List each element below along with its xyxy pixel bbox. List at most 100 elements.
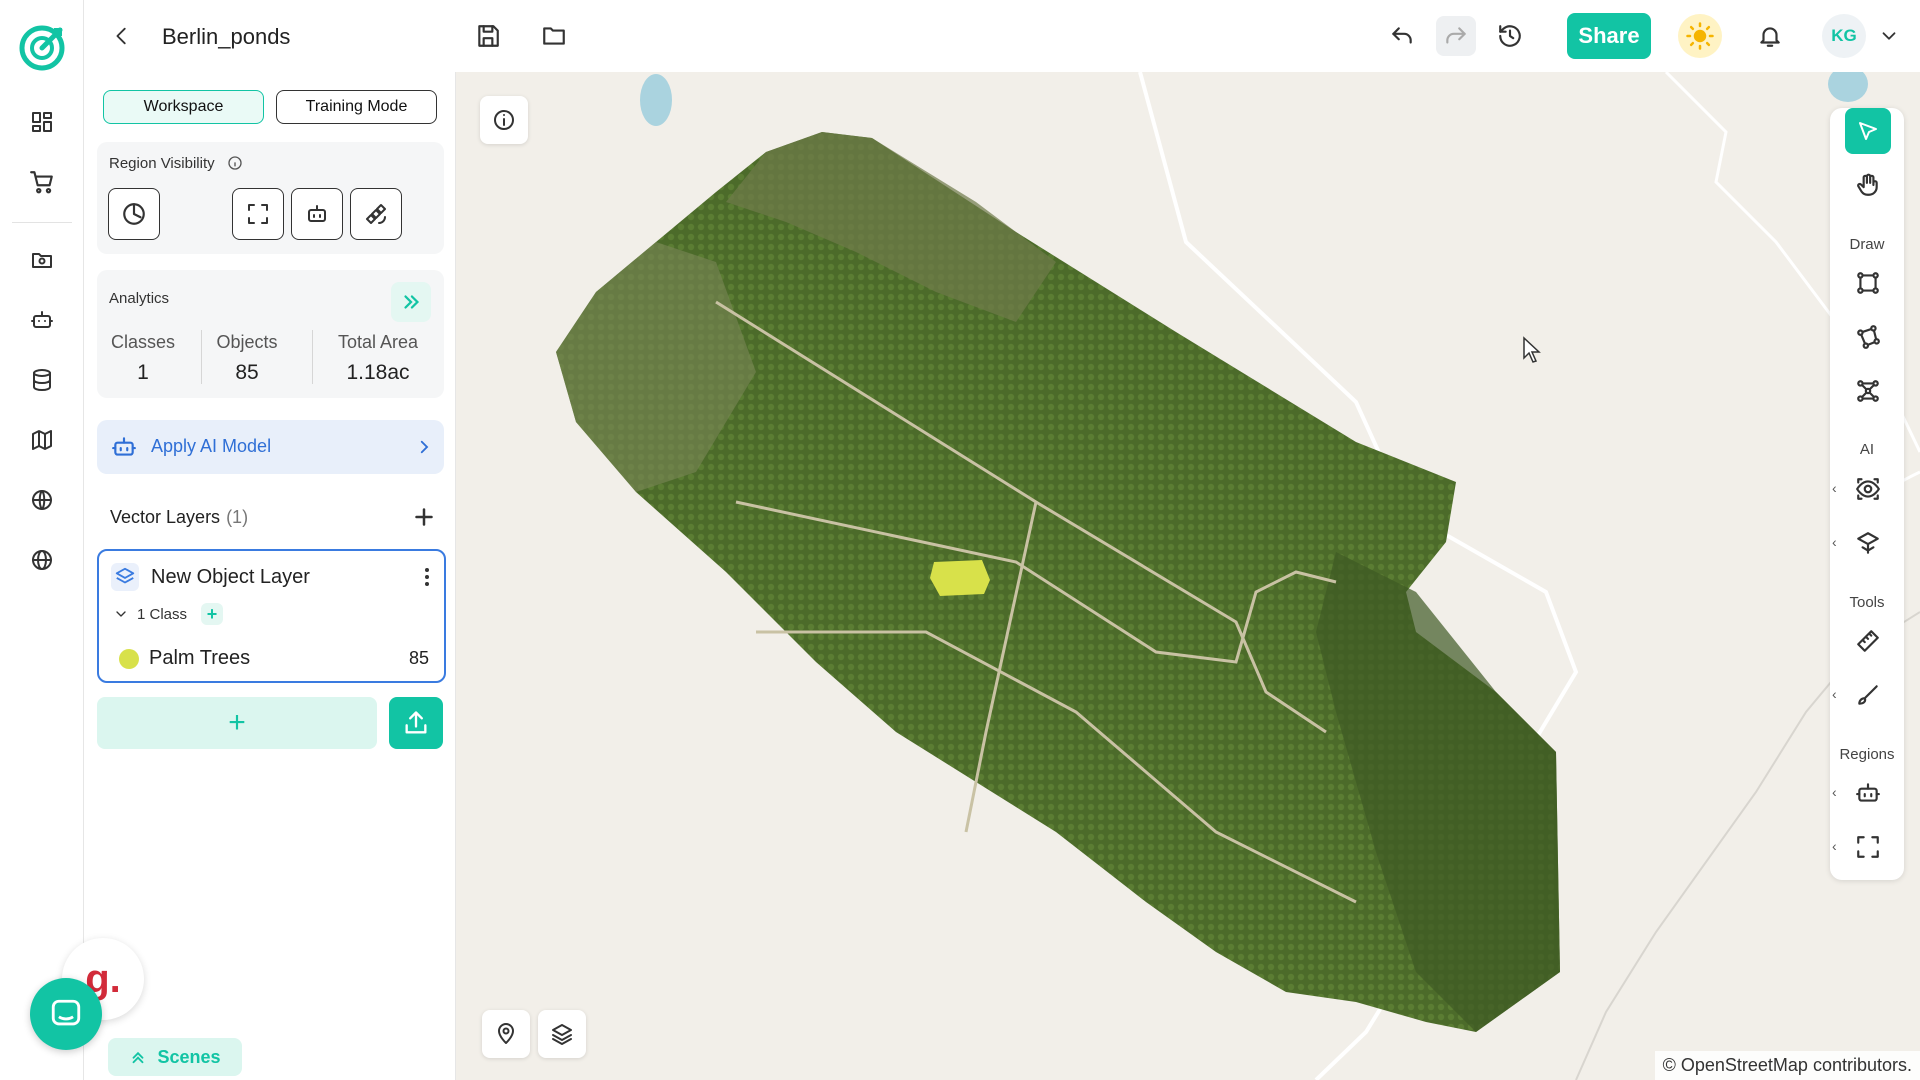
- chevron-left-icon[interactable]: ‹: [1832, 534, 1837, 550]
- robot-icon[interactable]: [22, 300, 62, 340]
- map-canvas[interactable]: © OpenStreetMap contributors.: [456, 72, 1920, 1080]
- layers-icon[interactable]: [538, 1010, 586, 1058]
- ai-section-label: AI: [1859, 441, 1875, 458]
- save-icon[interactable]: [468, 16, 508, 56]
- ai-region-icon[interactable]: [291, 188, 343, 240]
- bell-icon[interactable]: [1750, 16, 1790, 56]
- add-vector-layer-icon[interactable]: [409, 502, 439, 532]
- apply-ai-model-button[interactable]: Apply AI Model: [97, 420, 444, 474]
- timer-toggle-icon[interactable]: [108, 188, 160, 240]
- folder-icon[interactable]: [22, 240, 62, 280]
- chevron-down-icon: [1882, 32, 1896, 40]
- training-mode-tab[interactable]: Training Mode: [276, 90, 437, 124]
- area-value: 1.18ac: [346, 361, 410, 384]
- layer-name[interactable]: New Object Layer: [151, 566, 310, 589]
- app-logo-icon[interactable]: [16, 22, 68, 74]
- project-title: Berlin_ponds: [162, 24, 291, 49]
- new-layer-button[interactable]: +: [97, 697, 377, 749]
- add-class-button[interactable]: +: [201, 603, 224, 625]
- polygon-tool-icon[interactable]: [1845, 314, 1891, 360]
- classes-label: Classes: [110, 332, 176, 352]
- pond: [1828, 72, 1868, 102]
- back-chevron-icon[interactable]: [102, 16, 142, 56]
- ai-segment-icon[interactable]: [1845, 520, 1891, 566]
- pan-hand-icon[interactable]: [1845, 162, 1891, 208]
- analytics-title: Analytics: [109, 290, 170, 307]
- map-icon[interactable]: [22, 420, 62, 460]
- more-vertical-icon[interactable]: [417, 565, 437, 589]
- database-icon[interactable]: [22, 360, 62, 400]
- cart-icon[interactable]: [22, 162, 62, 202]
- objects-value: 85: [235, 361, 259, 384]
- chevron-down-icon: [116, 611, 126, 617]
- vector-layer-card[interactable]: New Object Layer 1 Class + Palm Trees 85: [97, 549, 446, 683]
- right-toolbar: Draw AI ‹ ‹ Tools ‹ Regions ‹ ‹: [1830, 108, 1904, 880]
- objects-stat: Objects 85: [207, 332, 287, 385]
- satellite-icon[interactable]: [350, 188, 402, 240]
- layers-icon: [111, 563, 139, 591]
- ai-region-icon[interactable]: [1845, 770, 1891, 816]
- expand-analytics-icon[interactable]: [391, 282, 431, 322]
- side-panel: Workspace Training Mode Region Visibilit…: [84, 72, 456, 1080]
- undo-icon[interactable]: [1382, 16, 1422, 56]
- chevron-right-icon: [420, 440, 429, 454]
- stat-divider: [201, 330, 202, 384]
- area-stat: Total Area 1.18ac: [319, 332, 437, 385]
- scenes-button[interactable]: Scenes: [108, 1038, 242, 1076]
- regions-section-label: Regions: [1839, 746, 1895, 763]
- vector-layers-count: (1): [226, 507, 249, 527]
- multi-point-tool-icon[interactable]: [1845, 368, 1891, 414]
- top-bar: Berlin_ponds Share KG: [84, 0, 1920, 72]
- pond: [640, 74, 672, 126]
- info-icon[interactable]: [227, 155, 243, 171]
- stat-divider: [312, 330, 313, 384]
- brush-icon[interactable]: [1845, 672, 1891, 718]
- left-rail: [0, 0, 84, 1080]
- chat-icon[interactable]: [30, 978, 102, 1050]
- ai-detect-eye-icon[interactable]: [1845, 466, 1891, 512]
- objects-label: Objects: [216, 332, 278, 352]
- class-object-count: 85: [408, 648, 429, 668]
- class-group-toggle[interactable]: 1 Class +: [113, 603, 224, 625]
- dashboard-icon[interactable]: [22, 102, 62, 142]
- tools-section-label: Tools: [1849, 594, 1885, 611]
- share-button[interactable]: Share: [1567, 13, 1651, 59]
- history-icon[interactable]: [1490, 16, 1530, 56]
- mouse-cursor-icon: [1522, 336, 1544, 364]
- map-attribution[interactable]: © OpenStreetMap contributors.: [1654, 1051, 1920, 1080]
- ruler-icon[interactable]: [1845, 618, 1891, 664]
- sun-icon[interactable]: [1678, 14, 1722, 58]
- location-pin-icon[interactable]: [482, 1010, 530, 1058]
- palm-trees-annotation[interactable]: [930, 560, 990, 596]
- analytics-card: Analytics Classes 1 Objects 85 Total Are…: [97, 270, 444, 398]
- apply-ai-model-label: Apply AI Model: [151, 436, 272, 456]
- class-color-swatch: [119, 648, 139, 669]
- region-visibility-title: Region Visibility: [109, 155, 243, 172]
- class-item[interactable]: Palm Trees 85: [119, 647, 429, 670]
- basketball-globe-icon[interactable]: [22, 480, 62, 520]
- robot-icon: [112, 437, 136, 456]
- open-folder-icon[interactable]: [534, 16, 574, 56]
- user-menu[interactable]: KG: [1822, 14, 1910, 58]
- fullscreen-region-icon[interactable]: [232, 188, 284, 240]
- region-visibility-card: Region Visibility: [97, 142, 444, 254]
- info-icon[interactable]: [480, 96, 528, 144]
- map-imagery[interactable]: [456, 72, 1920, 1080]
- fullscreen-region-icon[interactable]: [1845, 824, 1891, 870]
- select-cursor-icon[interactable]: [1845, 108, 1891, 154]
- avatar: KG: [1822, 14, 1866, 58]
- chevron-left-icon[interactable]: ‹: [1832, 480, 1837, 496]
- upload-icon[interactable]: [389, 697, 443, 749]
- chevron-left-icon[interactable]: ‹: [1832, 838, 1837, 854]
- chevron-left-icon[interactable]: ‹: [1832, 686, 1837, 702]
- area-label: Total Area: [337, 332, 419, 352]
- rail-divider: [12, 222, 72, 223]
- redo-icon[interactable]: [1436, 16, 1476, 56]
- chevron-left-icon[interactable]: ‹: [1832, 784, 1837, 800]
- rectangle-tool-icon[interactable]: [1845, 260, 1891, 306]
- chevron-double-up-icon: [133, 1051, 144, 1064]
- workspace-tab[interactable]: Workspace: [103, 90, 264, 124]
- globe-icon[interactable]: [22, 540, 62, 580]
- vector-layers-title: Vector Layers (1): [110, 507, 249, 527]
- scenes-label: Scenes: [157, 1046, 221, 1067]
